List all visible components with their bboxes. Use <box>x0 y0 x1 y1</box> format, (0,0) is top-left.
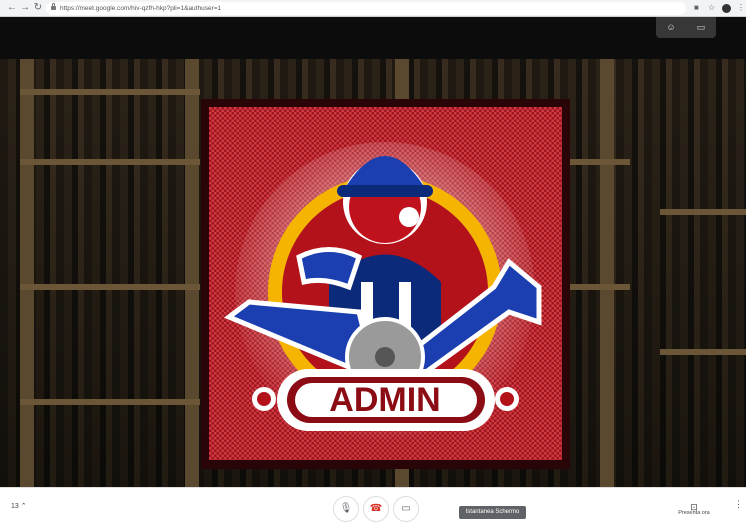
present-now-button[interactable]: ⊡ Presenta ora <box>676 497 712 519</box>
admin-mascot-illustration: ADMIN <box>224 142 542 442</box>
people-icon[interactable]: ☺ <box>664 21 678 33</box>
avatar[interactable] <box>722 4 731 13</box>
present-now-label: Presenta ora <box>678 510 710 516</box>
tooltip: Istantanea Schermo <box>459 506 526 519</box>
microphone-button[interactable]: 🎙 <box>333 496 359 522</box>
address-text: https://meet.google.com/hiv-qzfh-hkp?pli… <box>60 5 222 12</box>
stage-top-strip <box>0 17 746 59</box>
more-options-icon[interactable]: ⋮ <box>734 499 743 510</box>
camera-button[interactable]: ▭ <box>393 496 419 522</box>
reload-icon[interactable]: ↻ <box>32 2 44 14</box>
back-icon[interactable]: ← <box>6 2 18 14</box>
presented-admin-image: ADMIN <box>201 99 570 469</box>
microphone-icon: 🎙 <box>339 503 353 514</box>
meeting-stage: ☺ ▭ ADMIN <box>0 17 746 487</box>
top-right-controls: ☺ ▭ <box>656 17 716 38</box>
kebab-menu-icon[interactable]: ⋮ <box>737 3 745 12</box>
chat-icon[interactable]: ▭ <box>694 21 708 33</box>
participant-count[interactable]: 13 ⌃ <box>11 502 27 510</box>
end-call-button[interactable]: ☎ <box>363 496 389 522</box>
bookmark-star-icon[interactable]: ☆ <box>708 3 715 12</box>
hang-up-icon: ☎ <box>369 503 383 514</box>
forward-icon[interactable]: → <box>19 2 31 14</box>
lock-icon <box>51 3 56 10</box>
admin-label: ADMIN <box>329 381 440 419</box>
browser-toolbar: ← → ↻ https://meet.google.com/hiv-qzfh-h… <box>0 0 746 17</box>
camera-indicator-icon[interactable]: ■ <box>694 3 699 12</box>
meet-bottom-bar: 13 ⌃ 🎙 ☎ ▭ <box>0 487 746 522</box>
address-bar[interactable]: https://meet.google.com/hiv-qzfh-hkp?pli… <box>46 2 686 15</box>
camera-icon: ▭ <box>401 503 411 514</box>
